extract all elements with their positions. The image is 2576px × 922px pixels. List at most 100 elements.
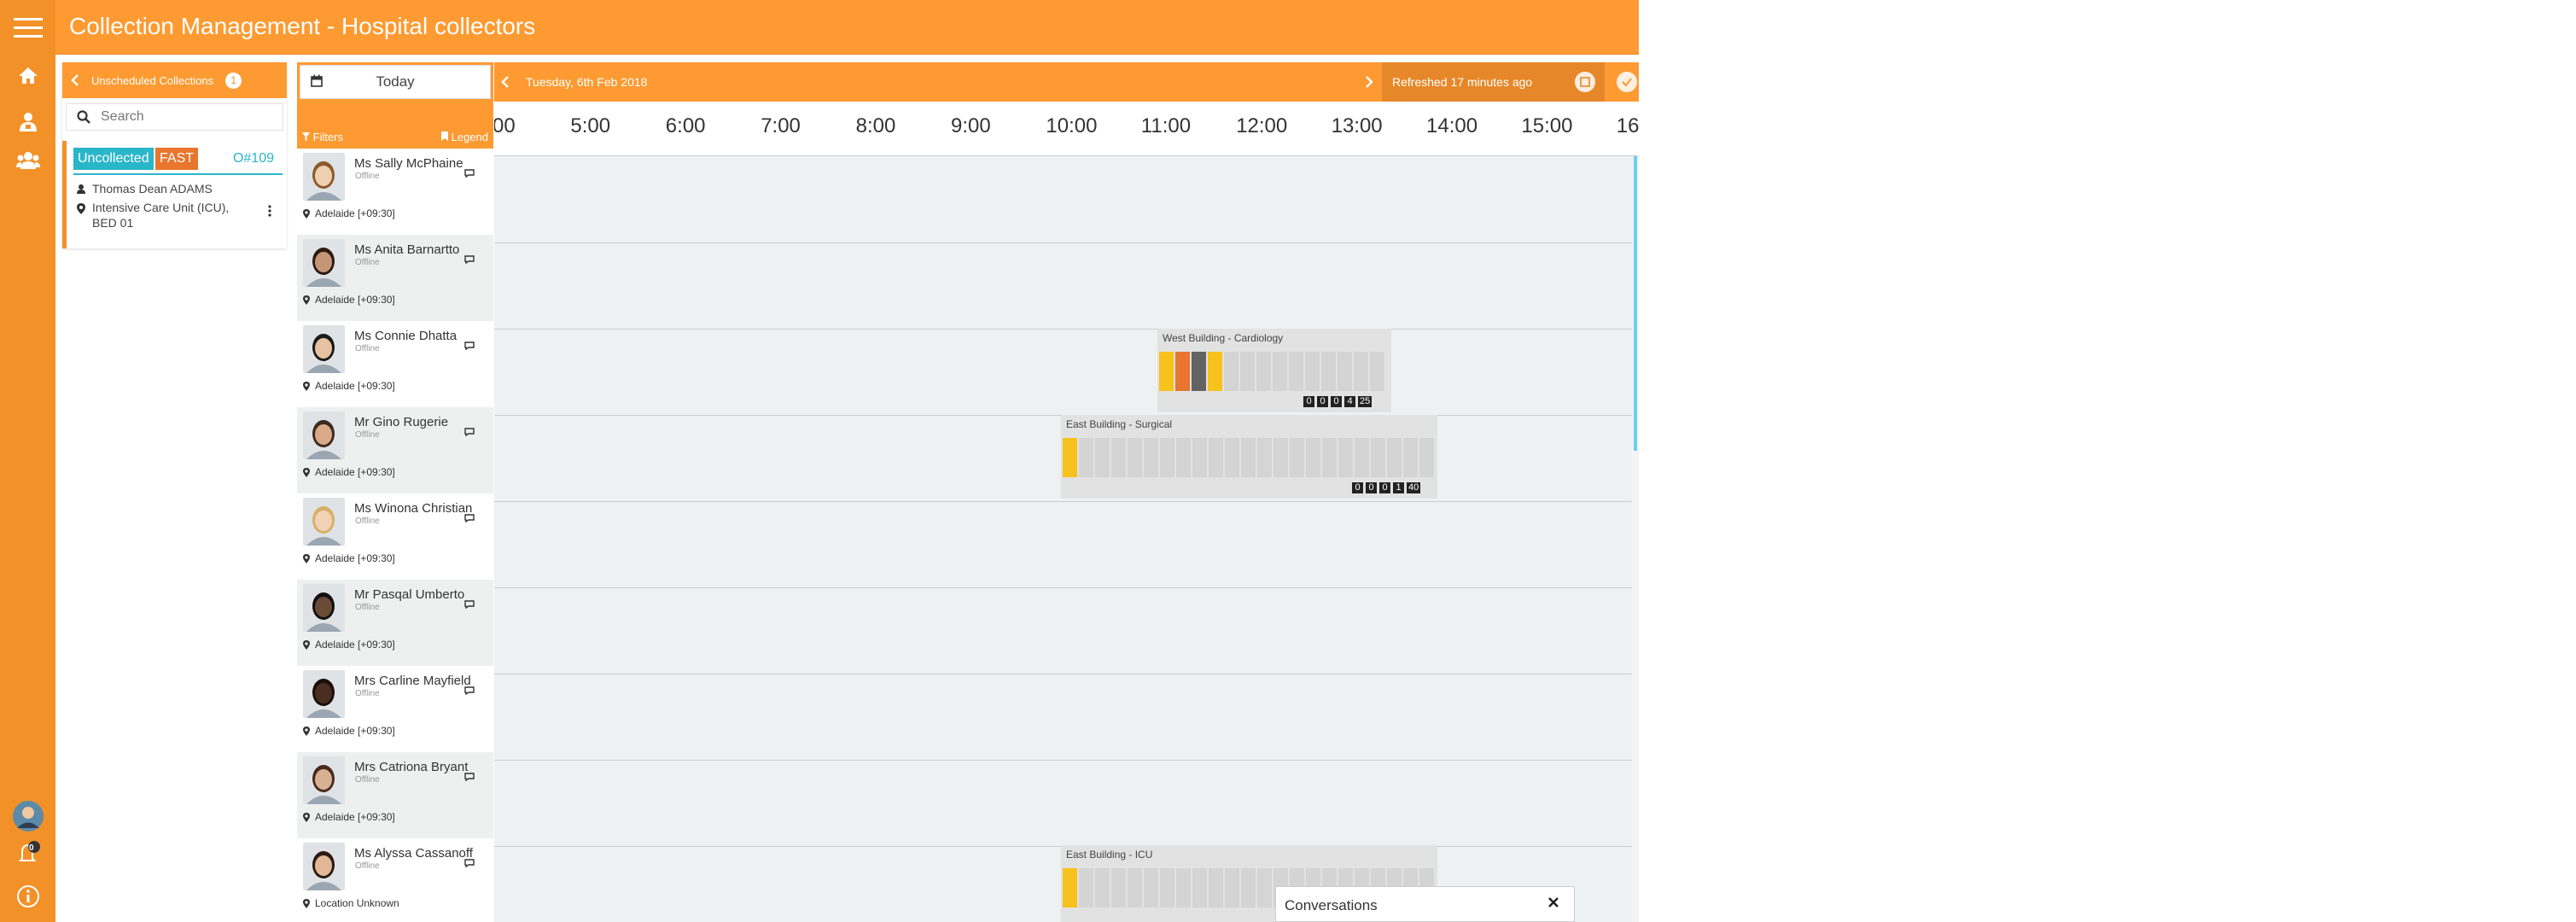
chat-icon[interactable] — [464, 859, 475, 867]
time-slot[interactable] — [1256, 352, 1271, 391]
time-slot[interactable] — [1321, 352, 1336, 391]
collector-location: Adelaide [+09:30] — [303, 466, 395, 478]
time-slot[interactable] — [1241, 868, 1256, 907]
time-slot[interactable] — [1306, 438, 1320, 477]
time-slot[interactable] — [1240, 352, 1255, 391]
schedule-block-cardiology[interactable]: West Building - Cardiology 0 0 0 4 25 — [1157, 329, 1391, 412]
time-slot[interactable] — [1159, 352, 1174, 391]
search-input[interactable]: Search — [66, 103, 283, 131]
collector-row[interactable]: Mrs Catriona Bryant Offline Adelaide [+0… — [297, 752, 493, 838]
time-slot[interactable] — [1257, 438, 1272, 477]
time-slot[interactable] — [1371, 438, 1385, 477]
users-group-icon[interactable] — [0, 142, 55, 179]
time-slot[interactable] — [1289, 352, 1303, 391]
time-slot[interactable] — [1160, 868, 1174, 907]
time-slot[interactable] — [1322, 438, 1337, 477]
today-button[interactable]: Today — [300, 65, 491, 99]
time-slot[interactable] — [1208, 352, 1222, 391]
time-slot[interactable] — [1063, 868, 1077, 907]
time-slot[interactable] — [1176, 868, 1191, 907]
time-slot[interactable] — [1128, 438, 1142, 477]
chat-icon[interactable] — [464, 600, 475, 609]
info-icon[interactable] — [0, 878, 55, 915]
chat-icon[interactable] — [464, 428, 475, 436]
time-slot[interactable] — [1144, 868, 1158, 907]
time-slot[interactable] — [1387, 438, 1402, 477]
hour-label: 6:00 — [665, 114, 706, 137]
home-icon[interactable] — [0, 56, 55, 94]
time-slot[interactable] — [1209, 868, 1223, 907]
time-slot[interactable] — [1224, 352, 1238, 391]
conversations-panel[interactable]: Conversations — [1275, 886, 1575, 922]
notifications-bell-icon[interactable]: 0 — [0, 834, 55, 872]
time-slot[interactable] — [1338, 352, 1352, 391]
close-icon[interactable] — [1548, 897, 1559, 907]
chevron-left-icon[interactable] — [71, 74, 79, 86]
more-options-icon[interactable] — [268, 205, 271, 217]
scrollbar-thumb[interactable] — [1634, 156, 1637, 451]
unscheduled-header[interactable]: Unscheduled Collections 1 — [62, 62, 287, 98]
time-slot[interactable] — [1111, 438, 1126, 477]
time-slot[interactable] — [1290, 438, 1304, 477]
chat-icon[interactable] — [464, 514, 475, 522]
check-circle-icon[interactable] — [1617, 72, 1637, 92]
block-label: East Building - Surgical — [1066, 418, 1173, 430]
time-slot[interactable] — [1144, 438, 1158, 477]
time-slot[interactable] — [1192, 352, 1206, 391]
collector-icon[interactable] — [0, 103, 55, 141]
time-slot[interactable] — [1273, 352, 1287, 391]
time-slot[interactable] — [1273, 438, 1288, 477]
collector-row[interactable]: Mrs Carline Mayfield Offline Adelaide [+… — [297, 666, 493, 752]
time-slot[interactable] — [1355, 438, 1369, 477]
time-slot[interactable] — [1111, 868, 1126, 907]
collector-status: Offline — [355, 172, 380, 181]
next-day-icon[interactable] — [1365, 76, 1373, 88]
collector-location-text: Adelaide [+09:30] — [315, 725, 395, 737]
hamburger-menu-icon[interactable] — [0, 9, 55, 46]
time-slot[interactable] — [1095, 868, 1110, 907]
chat-icon[interactable] — [464, 686, 475, 695]
vertical-scrollbar[interactable] — [1632, 156, 1639, 922]
schedule-block-surgical[interactable]: East Building - Surgical 0 0 0 1 40 — [1061, 415, 1437, 499]
time-slot[interactable] — [1225, 868, 1239, 907]
time-slot[interactable] — [1192, 868, 1207, 907]
time-slot[interactable] — [1257, 868, 1272, 907]
time-slot[interactable] — [1128, 868, 1142, 907]
time-slot[interactable] — [1338, 438, 1353, 477]
chat-icon[interactable] — [464, 341, 475, 350]
user-avatar[interactable] — [0, 797, 55, 835]
time-slot[interactable] — [1370, 352, 1384, 391]
time-slot[interactable] — [1192, 438, 1207, 477]
collector-row[interactable]: Ms Winona Christian Offline Adelaide [+0… — [297, 493, 493, 580]
legend-button[interactable]: Legend — [440, 131, 488, 143]
filters-button[interactable]: Filters — [302, 131, 343, 143]
chat-icon[interactable] — [464, 773, 475, 781]
time-slot[interactable] — [1175, 352, 1190, 391]
previous-day-icon[interactable] — [501, 76, 510, 88]
time-slot[interactable] — [1354, 352, 1368, 391]
collector-row[interactable]: Ms Connie Dhatta Offline Adelaide [+09:3… — [297, 321, 493, 407]
time-slot[interactable] — [1063, 438, 1077, 477]
chat-icon[interactable] — [464, 255, 475, 264]
collector-row[interactable]: Mr Pasqal Umberto Offline Adelaide [+09:… — [297, 580, 493, 666]
time-slot[interactable] — [1225, 438, 1239, 477]
time-slot[interactable] — [1241, 438, 1256, 477]
collector-name: Mr Pasqal Umberto — [354, 587, 465, 602]
chat-icon[interactable] — [464, 169, 475, 178]
time-slot[interactable] — [1160, 438, 1174, 477]
time-slot[interactable] — [1209, 438, 1223, 477]
time-slot[interactable] — [1305, 352, 1320, 391]
time-slot[interactable] — [1176, 438, 1191, 477]
timeline-hours-header: 00 5:00 6:00 7:00 8:00 9:00 10:00 11:00 12:00 13:… — [494, 102, 1639, 156]
collector-row[interactable]: Ms Sally McPhaine Offline Adelaide [+09:… — [297, 149, 493, 235]
time-slot[interactable] — [1419, 438, 1434, 477]
time-slot[interactable] — [1079, 438, 1093, 477]
collector-row[interactable]: Ms Alyssa Cassanoff Offline Location Unk… — [297, 838, 493, 922]
time-slot[interactable] — [1095, 438, 1110, 477]
time-slot[interactable] — [1403, 438, 1418, 477]
collector-row[interactable]: Ms Anita Barnartto Offline Adelaide [+09… — [297, 235, 493, 321]
calendar-picker-icon[interactable] — [1575, 72, 1595, 92]
time-slot[interactable] — [1079, 868, 1093, 907]
collector-row[interactable]: Mr Gino Rugerie Offline Adelaide [+09:30… — [297, 407, 493, 493]
collection-card[interactable]: Uncollected FAST O#109 Thomas Dean ADAMS… — [62, 141, 287, 248]
